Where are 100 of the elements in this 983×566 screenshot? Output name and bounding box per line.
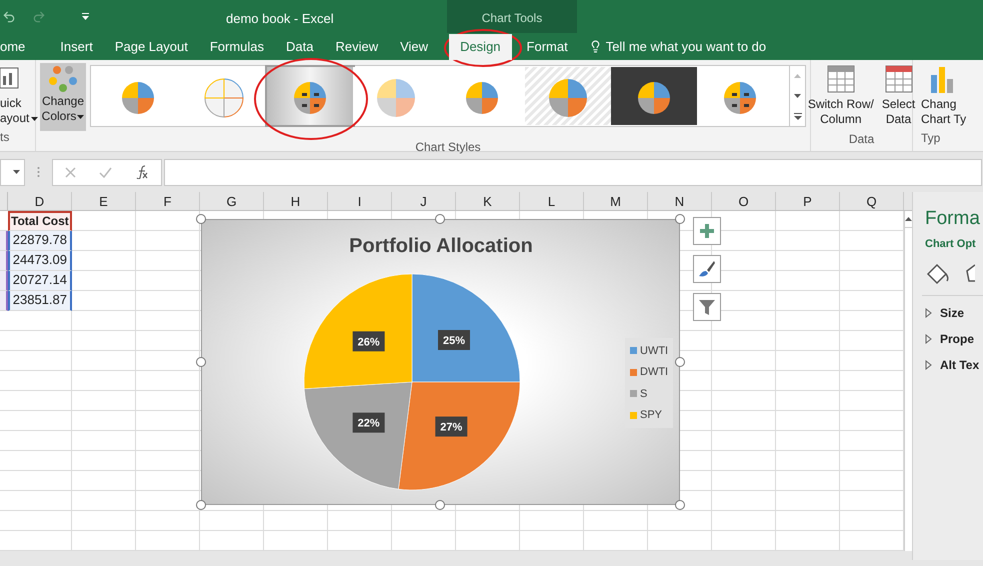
paint-bucket-icon[interactable] [925, 262, 951, 284]
check-icon[interactable] [98, 166, 112, 178]
column-header[interactable]: H [264, 192, 328, 210]
ribbon-tab[interactable]: View [389, 34, 440, 60]
tell-me-field[interactable]: Tell me what you want to do [606, 36, 806, 56]
grid-cell [776, 511, 840, 531]
column-header[interactable]: F [136, 192, 200, 210]
column-header[interactable]: G [200, 192, 264, 210]
data-label: 22% [352, 412, 385, 433]
grid-cell [72, 331, 136, 351]
ribbon-tab[interactable]: Review [324, 34, 390, 60]
switch-row-column-button[interactable]: Switch Row/ Column [808, 65, 874, 127]
column-header[interactable]: D [8, 192, 72, 210]
grid-cell [776, 271, 840, 291]
chart-filters-button[interactable] [693, 293, 721, 321]
grid-cell [712, 351, 776, 371]
grid-cell [72, 251, 136, 271]
column-header[interactable]: Q [840, 192, 904, 210]
grid-cell [648, 511, 712, 531]
change-chart-type-label[interactable]: Chart Ty [921, 112, 966, 127]
grid-cell [200, 531, 264, 551]
formula-field[interactable] [164, 158, 982, 186]
change-colors-button[interactable]: Change Colors [40, 63, 86, 131]
customize-icon[interactable] [82, 13, 89, 20]
grid-cell [136, 311, 200, 331]
function-icon[interactable] [135, 165, 150, 179]
pentagon-icon[interactable] [963, 262, 975, 284]
undo-icon[interactable] [2, 10, 16, 24]
chart-area[interactable]: Portfolio Allocation 26% 25% 22% 27% UWTI DWTI S SPY [201, 219, 680, 505]
grid-cell [8, 351, 72, 371]
pane-section[interactable]: Alt Tex [925, 356, 980, 374]
layout-icon[interactable] [0, 66, 20, 90]
grid-cell [8, 451, 72, 471]
grid-cell [648, 531, 712, 551]
column-header[interactable]: K [456, 192, 520, 210]
ribbon-tab[interactable]: Page Layout [104, 34, 199, 60]
caret-icon[interactable] [31, 116, 38, 120]
plus-icon [699, 223, 715, 239]
grid-cell [776, 411, 840, 431]
table-cell: Total Cost [8, 211, 72, 231]
grid-cell [72, 411, 136, 431]
ribbon-tab[interactable]: Formulas [198, 34, 276, 60]
column-header[interactable]: J [392, 192, 456, 210]
data-label: 25% [438, 330, 470, 350]
chart-style-thumbnail[interactable] [267, 67, 353, 125]
change-chart-type-label[interactable]: Chang [921, 97, 966, 112]
column-header[interactable]: N [648, 192, 712, 210]
grid-cell [712, 511, 776, 531]
grid-cell [136, 331, 200, 351]
column-header[interactable]: M [584, 192, 648, 210]
chart-elements-button[interactable] [693, 217, 721, 245]
grid-cell [520, 511, 584, 531]
scroll-up-icon[interactable] [905, 217, 912, 221]
grid-cell [712, 371, 776, 391]
scroll-down-icon[interactable] [794, 94, 801, 98]
select-data-button[interactable]: Select Data [882, 65, 916, 127]
grid-cell [712, 431, 776, 451]
drag-handle-icon[interactable] [37, 166, 40, 178]
pane-subtitle[interactable]: Chart Opt [925, 236, 976, 252]
grid-cell [136, 431, 200, 451]
pane-section[interactable]: Size [925, 304, 964, 322]
ribbon-tab[interactable]: Format [516, 34, 579, 60]
ribbon-tab[interactable]: Data [275, 34, 324, 60]
pane-title: Forma [925, 207, 980, 231]
grid-cell [8, 471, 72, 491]
quick-layout-label[interactable]: ayout [0, 111, 30, 126]
grid-cell [776, 431, 840, 451]
column-header[interactable]: O [712, 192, 776, 210]
table-cell: 24473.09 [8, 251, 72, 271]
grid-cell [136, 531, 200, 551]
column-header[interactable]: P [776, 192, 840, 210]
grid-cell [776, 291, 840, 311]
chart-style-thumbnail[interactable] [611, 67, 697, 125]
ribbon-tab[interactable]: Design [449, 34, 512, 60]
paintbrush-icon [698, 260, 716, 278]
caret-icon[interactable] [77, 114, 84, 118]
group-label: Data [848, 131, 874, 148]
grid-cell [776, 531, 840, 551]
grid-cell [776, 471, 840, 491]
data-label: 27% [435, 416, 468, 437]
grid-cell [72, 311, 136, 331]
group-label: ts [0, 131, 10, 143]
grid-cell [136, 371, 200, 391]
table-cell: 22879.78 [8, 231, 72, 251]
column-header[interactable]: I [328, 192, 392, 210]
column-header[interactable]: L [520, 192, 584, 210]
chart-styles-button[interactable] [693, 255, 721, 283]
grid-cell [776, 231, 840, 251]
more-icon[interactable] [794, 112, 802, 120]
pane-section[interactable]: Prope [925, 330, 974, 348]
ribbon-tab[interactable]: Insert [49, 34, 104, 60]
group-label: Typ [921, 131, 942, 146]
grid-cell [72, 531, 136, 551]
ribbon-tab[interactable]: ome [0, 34, 50, 60]
column-header[interactable]: E [72, 192, 136, 210]
dropdown-icon[interactable] [13, 170, 20, 174]
data-label: 26% [358, 336, 380, 348]
chart-style-thumbnail[interactable] [525, 67, 611, 125]
grid-cell [72, 351, 136, 371]
quick-layout-label[interactable]: uick [0, 96, 22, 111]
